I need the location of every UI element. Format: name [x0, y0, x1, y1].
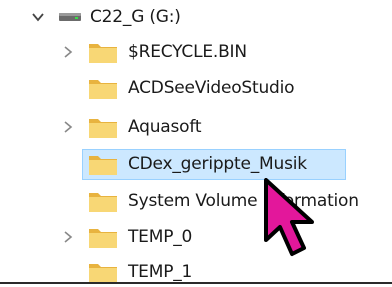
- folder-tree: C22_G (G:) $RECYCLE.BIN ACDSeeVideoStudi…: [0, 0, 392, 287]
- folder-icon: [89, 229, 117, 248]
- folder-label: ACDSeeVideoStudio: [128, 78, 295, 98]
- folder-label: TEMP_1: [128, 262, 193, 282]
- tree-item-folder[interactable]: TEMP_0: [0, 220, 392, 254]
- chevron-down-icon[interactable]: [31, 10, 45, 24]
- pointer-arrow-icon: [264, 178, 314, 256]
- chevron-right-icon[interactable]: [61, 45, 75, 59]
- tree-item-folder[interactable]: Aquasoft: [0, 110, 392, 144]
- folder-icon: [89, 80, 117, 99]
- chevron-right-icon[interactable]: [61, 230, 75, 244]
- divider: [0, 282, 392, 284]
- chevron-right-icon[interactable]: [61, 120, 75, 134]
- tree-item-drive[interactable]: C22_G (G:): [0, 0, 392, 34]
- folder-icon: [89, 264, 117, 283]
- folder-label: TEMP_0: [128, 227, 193, 247]
- folder-icon: [89, 119, 117, 138]
- tree-item-folder[interactable]: $RECYCLE.BIN: [0, 35, 392, 69]
- tree-item-folder[interactable]: ACDSeeVideoStudio: [0, 71, 392, 105]
- folder-label: $RECYCLE.BIN: [128, 42, 247, 62]
- tree-item-folder[interactable]: System Volume Information: [0, 184, 392, 218]
- folder-icon: [89, 156, 117, 175]
- drive-label: C22_G (G:): [90, 7, 181, 27]
- folder-icon: [89, 193, 117, 212]
- tree-item-folder-selected[interactable]: CDex_gerippte_Musik: [0, 147, 392, 181]
- folder-icon: [89, 44, 117, 63]
- drive-icon: [59, 13, 81, 21]
- folder-label: Aquasoft: [128, 117, 202, 137]
- folder-label: CDex_gerippte_Musik: [128, 154, 307, 174]
